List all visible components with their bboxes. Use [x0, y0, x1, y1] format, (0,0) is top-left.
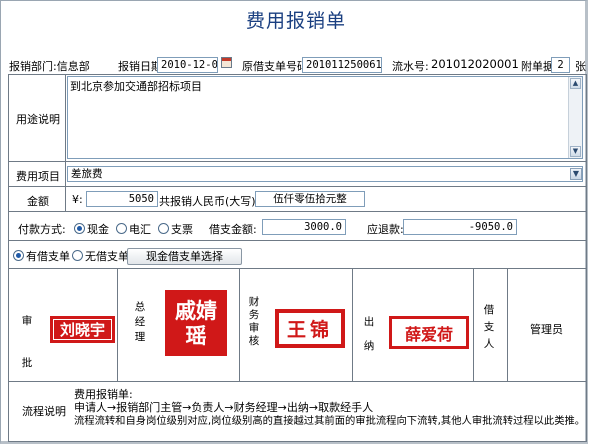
- chevron-down-icon[interactable]: ▼: [570, 168, 582, 180]
- scroll-down-icon[interactable]: ▼: [570, 146, 581, 157]
- grid-line: [8, 268, 587, 269]
- purpose-text: 到北京参加交通部招标项目: [70, 80, 202, 93]
- grid-line: [239, 268, 240, 381]
- payment-option-check[interactable]: 支票: [158, 221, 193, 237]
- grid-line: [586, 74, 587, 442]
- serial-label: 流水号:: [392, 60, 429, 73]
- purpose-textarea[interactable]: 到北京参加交通部招标项目 ▲ ▼: [67, 76, 583, 159]
- borrow-no-input[interactable]: 201011250061: [302, 57, 382, 73]
- payment-option-cash[interactable]: 现金: [74, 221, 109, 237]
- grid-line: [473, 268, 474, 381]
- seal-cashier: 薛爱荷: [389, 316, 469, 349]
- flow-label: 流程说明: [22, 405, 66, 418]
- option-label: 有借支单: [26, 250, 70, 263]
- grid-line: [352, 268, 353, 381]
- grid-line: [8, 441, 587, 442]
- grid-line: [8, 161, 587, 162]
- radio-icon[interactable]: [13, 250, 24, 261]
- flow-line-3: 流程流转和自身岗位级别对应,岗位级别高的直接越过其前面的审批流程向下流转,其他人…: [74, 415, 586, 427]
- grid-line: [507, 268, 508, 381]
- cashier-label: 出纳: [363, 316, 375, 352]
- payment-option-wire[interactable]: 电汇: [116, 221, 151, 237]
- amount-words-label: 共报销人民币(大写): [159, 195, 256, 208]
- seal-general-manager: 戚婧瑶: [165, 290, 227, 356]
- grid-line: [117, 268, 118, 381]
- borrow-amount-input[interactable]: 3000.0: [262, 219, 346, 235]
- expense-value: 差旅费: [71, 168, 103, 180]
- grid-line: [8, 240, 587, 241]
- amount-words-input[interactable]: 伍仟零伍拾元整: [255, 191, 365, 207]
- borrower-label: 借支人: [483, 304, 495, 350]
- scroll-up-icon[interactable]: ▲: [570, 78, 581, 89]
- finance-review-label: 财务审核: [248, 296, 260, 347]
- expense-label: 费用项目: [16, 170, 60, 183]
- option-label: 支票: [171, 223, 193, 236]
- grid-line: [8, 74, 9, 442]
- purpose-scrollbar[interactable]: ▲ ▼: [568, 77, 582, 158]
- date-input[interactable]: 2010-12-02: [157, 57, 218, 73]
- administrator-label: 管理员: [530, 323, 563, 336]
- borrow-option-with[interactable]: 有借支单: [13, 248, 70, 264]
- option-label: 电汇: [129, 223, 151, 236]
- general-manager-label: 总经理: [134, 301, 146, 343]
- seal-applicant: 刘晓宇: [50, 316, 115, 343]
- radio-icon[interactable]: [74, 223, 85, 234]
- cash-borrow-select-button[interactable]: 现金借支单选择: [127, 248, 242, 265]
- calendar-icon[interactable]: [221, 57, 232, 68]
- grid-line: [8, 381, 587, 382]
- seal-text: 刘晓宇: [59, 321, 105, 339]
- radio-icon[interactable]: [116, 223, 127, 234]
- borrow-amount-label: 借支金额:: [209, 223, 257, 236]
- option-label: 现金: [87, 223, 109, 236]
- grid-line: [8, 74, 587, 75]
- grid-line: [8, 211, 587, 212]
- amount-input[interactable]: 5050: [86, 191, 158, 207]
- amount-label: 金额: [27, 195, 49, 208]
- attach-label: 附单据: [521, 60, 554, 73]
- refund-input[interactable]: -9050.0: [403, 219, 517, 235]
- seal-text: 王锦: [286, 319, 333, 341]
- attach-unit: 张: [575, 60, 586, 73]
- radio-icon[interactable]: [72, 250, 83, 261]
- currency-label: ¥:: [72, 193, 83, 206]
- approve-label: 审批: [21, 315, 33, 369]
- payment-label: 付款方式:: [18, 223, 66, 236]
- page-title: 费用报销单: [245, 10, 346, 32]
- refund-label: 应退款:: [367, 223, 404, 236]
- seal-text: 戚婧瑶: [175, 298, 217, 348]
- purpose-label: 用途说明: [16, 113, 60, 126]
- expense-select[interactable]: 差旅费: [67, 166, 583, 182]
- attach-input[interactable]: 2: [551, 57, 570, 73]
- grid-line: [65, 74, 66, 212]
- grid-line: [8, 186, 587, 187]
- seal-finance: 王锦: [275, 309, 345, 348]
- dept-label: 报销部门:信息部: [9, 60, 90, 73]
- radio-icon[interactable]: [158, 223, 169, 234]
- option-label: 无借支单: [85, 250, 129, 263]
- seal-text: 薛爱荷: [404, 324, 453, 344]
- borrow-option-without[interactable]: 无借支单: [72, 248, 129, 264]
- serial-value: 201012020001: [431, 57, 519, 71]
